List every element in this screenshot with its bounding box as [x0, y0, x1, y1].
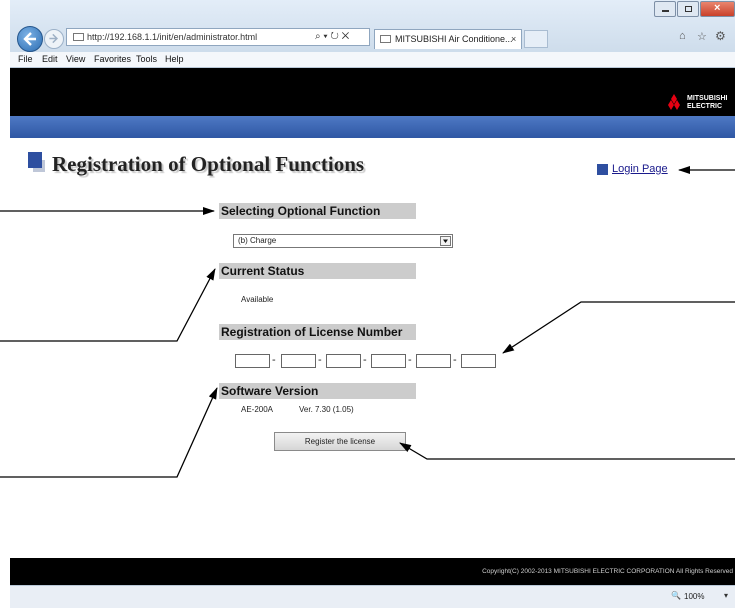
home-icon[interactable]: ⌂ [679, 30, 686, 42]
section-license-number: Registration of License Number [219, 324, 416, 340]
license-separator: - [363, 354, 367, 366]
license-field-6[interactable] [461, 354, 496, 368]
section-software-version: Software Version [219, 383, 416, 399]
page-title: Registration of Optional Functions [52, 152, 365, 176]
license-separator: - [272, 354, 276, 366]
dropdown-button[interactable] [440, 236, 451, 246]
version-number: Ver. 7.30 (1.05) [299, 405, 354, 414]
favorites-star-icon[interactable]: ☆ [697, 30, 707, 43]
back-arrow-icon [23, 32, 36, 46]
zoom-dropdown-icon[interactable]: ▾ [724, 591, 728, 600]
maximize-button[interactable] [677, 1, 699, 17]
section-optional-function: Selecting Optional Function [219, 203, 416, 219]
login-page-link[interactable]: Login Page [612, 163, 668, 175]
page-icon [73, 33, 84, 41]
tab-title: MITSUBISHI Air Conditione... [395, 34, 513, 44]
login-link-square-icon [597, 164, 608, 175]
section-current-status: Current Status [219, 263, 416, 279]
close-window-button[interactable]: × [700, 1, 735, 17]
select-value: (b) Charge [238, 236, 277, 245]
forward-button[interactable] [44, 29, 64, 49]
menu-file[interactable]: File [18, 54, 33, 64]
address-bar[interactable]: http://192.168.1.1/init/en/administrator… [66, 28, 370, 46]
minimize-icon [662, 10, 669, 12]
menu-tools[interactable]: Tools [136, 54, 157, 64]
license-field-2[interactable] [281, 354, 316, 368]
menu-view[interactable]: View [66, 54, 85, 64]
forward-arrow-icon [49, 33, 59, 44]
license-field-1[interactable] [235, 354, 270, 368]
page-content [10, 138, 735, 558]
menu-favorites[interactable]: Favorites [94, 54, 131, 64]
tab-page-icon [380, 35, 391, 43]
logo-text-line2: ELECTRIC [687, 103, 722, 110]
optional-function-select[interactable]: (b) Charge [233, 234, 453, 248]
settings-gear-icon[interactable]: ⚙ [715, 29, 726, 43]
maximize-icon [685, 6, 692, 12]
copyright-text: Copyright(C) 2002-2013 MITSUBISHI ELECTR… [482, 568, 733, 575]
license-separator: - [408, 354, 412, 366]
menu-bar: File Edit View Favorites Tools Help [10, 52, 735, 68]
minimize-button[interactable] [654, 1, 676, 17]
model-name: AE-200A [241, 405, 274, 414]
new-tab-button[interactable] [524, 30, 548, 48]
status-value: Available [241, 295, 274, 304]
menu-edit[interactable]: Edit [42, 54, 58, 64]
chevron-down-icon [443, 239, 448, 243]
license-separator: - [318, 354, 322, 366]
license-field-4[interactable] [371, 354, 406, 368]
page-footer: Copyright(C) 2002-2013 MITSUBISHI ELECTR… [10, 558, 735, 585]
browser-status-bar: 🔍 100% ▾ [10, 585, 735, 608]
back-button[interactable] [17, 26, 43, 52]
menu-help[interactable]: Help [165, 54, 184, 64]
close-icon: × [714, 2, 721, 14]
title-square-front [28, 152, 42, 168]
zoom-icon: 🔍 [671, 591, 681, 600]
license-separator: - [453, 354, 457, 366]
zoom-level[interactable]: 100% [684, 592, 704, 601]
search-refresh-stop-icons[interactable]: ⌕ ▾ ↻ ✕ [315, 29, 349, 45]
tab-mitsubishi[interactable]: MITSUBISHI Air Conditione... × [374, 29, 522, 49]
logo-text-line1: MITSUBISHI [687, 95, 728, 102]
license-field-5[interactable] [416, 354, 451, 368]
page-header [10, 68, 735, 116]
address-text: http://192.168.1.1/init/en/administrator… [87, 32, 258, 42]
mitsubishi-diamonds-icon [668, 94, 680, 110]
license-field-3[interactable] [326, 354, 361, 368]
header-blue-bar [10, 116, 735, 138]
register-license-button[interactable]: Register the license [274, 432, 406, 451]
tab-close-icon[interactable]: × [511, 30, 516, 48]
